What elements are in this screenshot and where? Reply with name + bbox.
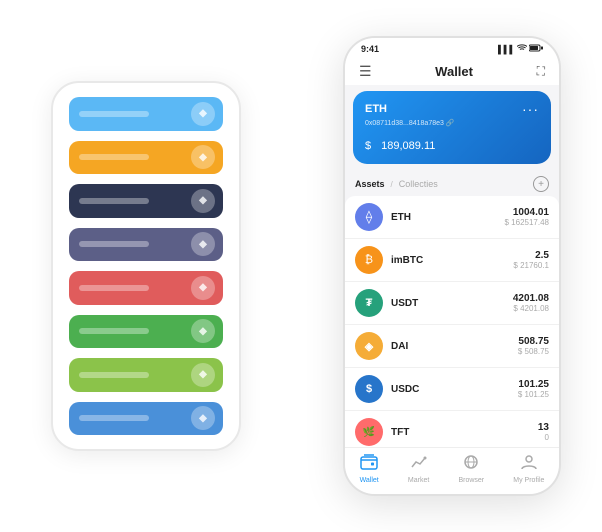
tab-separator: / <box>391 180 393 189</box>
usdt-symbol: USDT <box>391 298 513 309</box>
card-icon-2: ◆ <box>191 145 215 169</box>
profile-nav-icon <box>520 454 538 475</box>
imbtc-icon: ₿ <box>355 246 383 274</box>
eth-icon: ⟠ <box>355 203 383 231</box>
usdt-amounts: 4201.08 $ 4201.08 <box>513 293 549 313</box>
signal-icon: ▌▌▌ <box>498 45 515 54</box>
card-icon-5: ◆ <box>191 276 215 300</box>
nav-wallet[interactable]: Wallet <box>360 454 379 484</box>
eth-label: ETH <box>365 103 387 115</box>
nav-bar: ☰ Wallet ⛶ <box>345 58 559 85</box>
eth-dots[interactable]: ··· <box>522 101 539 117</box>
expand-icon[interactable]: ⛶ <box>537 64 545 79</box>
asset-list: ⟠ ETH 1004.01 $ 162517.48 ₿ imBTC 2.5 $ … <box>345 196 559 447</box>
menu-icon[interactable]: ☰ <box>359 63 372 80</box>
usdt-usd: $ 4201.08 <box>513 304 549 313</box>
imbtc-amounts: 2.5 $ 21760.1 <box>513 250 549 270</box>
asset-item-tft[interactable]: 🌿 TFT 13 0 <box>345 411 559 447</box>
eth-amount: 1004.01 <box>505 207 550 218</box>
usdt-icon: ₮ <box>355 289 383 317</box>
tft-amounts: 13 0 <box>538 422 549 442</box>
wallet-nav-icon <box>360 454 378 475</box>
wallet-nav-label: Wallet <box>360 477 379 484</box>
tab-collecties[interactable]: Collecties <box>399 179 438 189</box>
dai-amounts: 508.75 $ 508.75 <box>518 336 549 356</box>
assets-tabs: Assets / Collecties <box>355 179 438 189</box>
eth-address: 0x08711d38...8418a78e3 🔗 <box>365 119 539 127</box>
imbtc-symbol: imBTC <box>391 255 513 266</box>
add-asset-button[interactable]: + <box>533 176 549 192</box>
balance-amount: 189,089.11 <box>381 140 435 152</box>
card-icon-8: ◆ <box>191 406 215 430</box>
phone-content: ETH ··· 0x08711d38...8418a78e3 🔗 $ 189,0… <box>345 85 559 447</box>
card-icon-7: ◆ <box>191 363 215 387</box>
usdc-amount: 101.25 <box>518 379 549 390</box>
dai-symbol: DAI <box>391 341 518 352</box>
card-item-4: ◆ <box>69 228 223 262</box>
card-item-3: ◆ <box>69 184 223 218</box>
eth-balance: $ 189,089.11 <box>365 133 539 154</box>
battery-icon <box>529 44 543 54</box>
balance-symbol: $ <box>365 140 371 152</box>
card-icon-3: ◆ <box>191 189 215 213</box>
eth-amounts: 1004.01 $ 162517.48 <box>505 207 550 227</box>
tab-assets[interactable]: Assets <box>355 179 385 189</box>
browser-nav-icon <box>462 454 480 475</box>
card-item-1: ◆ <box>69 97 223 131</box>
status-bar: 9:41 ▌▌▌ <box>345 38 559 58</box>
wifi-icon <box>517 44 527 54</box>
tft-icon: 🌿 <box>355 418 383 446</box>
card-icon-4: ◆ <box>191 232 215 256</box>
eth-card-header: ETH ··· <box>365 101 539 117</box>
card-item-5: ◆ <box>69 271 223 305</box>
bottom-nav: Wallet Market Browser My Profile <box>345 447 559 494</box>
tft-symbol: TFT <box>391 427 538 438</box>
profile-nav-label: My Profile <box>513 477 544 484</box>
usdc-usd: $ 101.25 <box>518 390 549 399</box>
usdc-symbol: USDC <box>391 384 518 395</box>
asset-item-usdt[interactable]: ₮ USDT 4201.08 $ 4201.08 <box>345 282 559 325</box>
eth-usd: $ 162517.48 <box>505 218 550 227</box>
card-icon-1: ◆ <box>191 102 215 126</box>
dai-amount: 508.75 <box>518 336 549 347</box>
eth-symbol: ETH <box>391 212 505 223</box>
asset-item-usdc[interactable]: $ USDC 101.25 $ 101.25 <box>345 368 559 411</box>
card-item-8: ◆ <box>69 402 223 436</box>
nav-market[interactable]: Market <box>408 454 429 484</box>
imbtc-amount: 2.5 <box>513 250 549 261</box>
page-title: Wallet <box>435 64 473 79</box>
dai-usd: $ 508.75 <box>518 347 549 356</box>
card-item-2: ◆ <box>69 141 223 175</box>
asset-item-imbtc[interactable]: ₿ imBTC 2.5 $ 21760.1 <box>345 239 559 282</box>
browser-nav-label: Browser <box>458 477 484 484</box>
card-item-6: ◆ <box>69 315 223 349</box>
tft-amount: 13 <box>538 422 549 433</box>
eth-card[interactable]: ETH ··· 0x08711d38...8418a78e3 🔗 $ 189,0… <box>353 91 551 164</box>
assets-header: Assets / Collecties + <box>345 170 559 196</box>
scene: ◆ ◆ ◆ ◆ ◆ ◆ ◆ ◆ <box>21 16 581 516</box>
usdc-icon: $ <box>355 375 383 403</box>
status-time: 9:41 <box>361 44 379 54</box>
market-nav-label: Market <box>408 477 429 484</box>
foreground-phone: 9:41 ▌▌▌ ☰ Wallet ⛶ ETH ·· <box>343 36 561 496</box>
tft-usd: 0 <box>538 433 549 442</box>
market-nav-icon <box>410 454 428 475</box>
asset-item-dai[interactable]: ◈ DAI 508.75 $ 508.75 <box>345 325 559 368</box>
card-item-7: ◆ <box>69 358 223 392</box>
card-icon-6: ◆ <box>191 319 215 343</box>
asset-item-eth[interactable]: ⟠ ETH 1004.01 $ 162517.48 <box>345 196 559 239</box>
imbtc-usd: $ 21760.1 <box>513 261 549 270</box>
nav-browser[interactable]: Browser <box>458 454 484 484</box>
usdc-amounts: 101.25 $ 101.25 <box>518 379 549 399</box>
nav-profile[interactable]: My Profile <box>513 454 544 484</box>
usdt-amount: 4201.08 <box>513 293 549 304</box>
dai-icon: ◈ <box>355 332 383 360</box>
status-icons: ▌▌▌ <box>498 44 543 54</box>
background-phone: ◆ ◆ ◆ ◆ ◆ ◆ ◆ ◆ <box>51 81 241 451</box>
